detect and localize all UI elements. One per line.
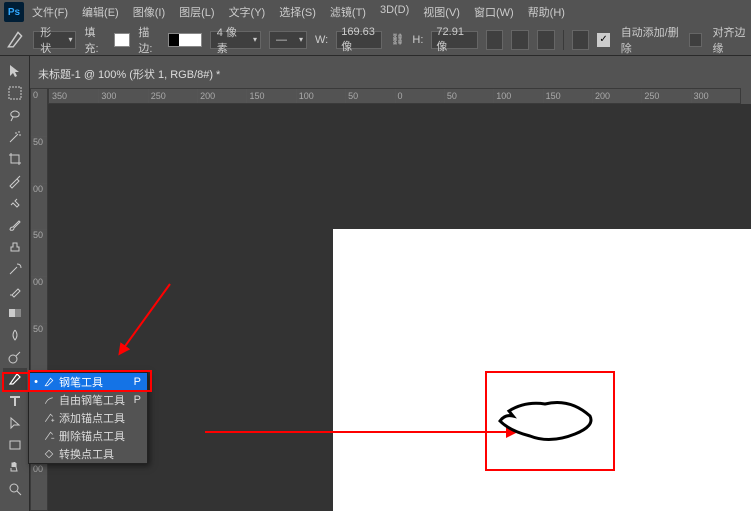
- toolbox: [0, 56, 30, 511]
- gear-icon[interactable]: [572, 30, 590, 50]
- pen-tool-flyout: •钢笔工具P 自由钢笔工具P 添加锚点工具 删除锚点工具 转换点工具: [28, 372, 148, 464]
- menu-item[interactable]: 选择(S): [279, 4, 316, 20]
- align-btn[interactable]: [511, 30, 529, 50]
- path-op-btn[interactable]: [486, 30, 504, 50]
- wand-tool-icon[interactable]: [3, 126, 27, 148]
- shape-mode-select[interactable]: 形状: [33, 31, 76, 49]
- link-wh-icon[interactable]: ⛓: [390, 33, 404, 46]
- stroke-swatch[interactable]: [168, 33, 201, 47]
- document-tab[interactable]: 未标题-1 @ 100% (形状 1, RGB/8#) *: [30, 64, 228, 84]
- menu-item[interactable]: 帮助(H): [528, 4, 565, 20]
- ruler-tick: 350: [49, 89, 98, 103]
- align-edges-label: 对齐边缘: [713, 24, 751, 56]
- history-brush-tool-icon[interactable]: [3, 258, 27, 280]
- zoom-tool-icon[interactable]: [3, 478, 27, 500]
- menu-item[interactable]: 窗口(W): [474, 4, 514, 20]
- blur-tool-icon[interactable]: [3, 324, 27, 346]
- annotation-arrow-icon: [115, 279, 175, 359]
- workspace: 未标题-1 @ 100% (形状 1, RGB/8#) * 3503002502…: [0, 56, 751, 511]
- eraser-tool-icon[interactable]: [3, 280, 27, 302]
- path-select-tool-icon[interactable]: [3, 412, 27, 434]
- hand-tool-icon[interactable]: [3, 456, 27, 478]
- arrange-btn[interactable]: [537, 30, 555, 50]
- marquee-tool-icon[interactable]: [3, 82, 27, 104]
- menu-item[interactable]: 滤镜(T): [330, 4, 366, 20]
- titlebar: Ps 文件(F) 编辑(E) 图像(I) 图层(L) 文字(Y) 选择(S) 滤…: [0, 0, 751, 24]
- menu-item[interactable]: 文件(F): [32, 4, 68, 20]
- flyout-item-add-anchor[interactable]: 添加锚点工具: [29, 409, 147, 427]
- dodge-tool-icon[interactable]: [3, 346, 27, 368]
- stroke-style-select[interactable]: —: [269, 31, 307, 49]
- flyout-item-convert-point[interactable]: 转换点工具: [29, 445, 147, 463]
- brush-tool-icon[interactable]: [3, 214, 27, 236]
- align-edges-checkbox[interactable]: .: [689, 33, 701, 47]
- flyout-item-delete-anchor[interactable]: 删除锚点工具: [29, 427, 147, 445]
- width-input[interactable]: 169.63 像: [336, 31, 382, 49]
- leaf-shape-icon: [495, 386, 605, 456]
- width-label: W:: [315, 34, 328, 46]
- menu-item[interactable]: 3D(D): [380, 4, 409, 20]
- stamp-tool-icon[interactable]: [3, 236, 27, 258]
- separator: [563, 30, 564, 50]
- menu-item[interactable]: 文字(Y): [229, 4, 266, 20]
- ruler-horizontal: 35030025020015010050050100150200250300: [48, 88, 741, 104]
- fill-label: 填充:: [84, 24, 106, 56]
- height-label: H:: [412, 34, 423, 46]
- menu-item[interactable]: 图层(L): [179, 4, 214, 20]
- move-tool-icon[interactable]: [3, 60, 27, 82]
- gradient-tool-icon[interactable]: [3, 302, 27, 324]
- pen-tool-icon[interactable]: [6, 29, 25, 51]
- app-logo: Ps: [4, 2, 24, 22]
- crop-tool-icon[interactable]: [3, 148, 27, 170]
- menu-item[interactable]: 图像(I): [133, 4, 165, 20]
- type-tool-icon[interactable]: [3, 390, 27, 412]
- flyout-item-pen[interactable]: •钢笔工具P: [29, 373, 147, 391]
- rectangle-tool-icon[interactable]: [3, 434, 27, 456]
- menu-item[interactable]: 视图(V): [423, 4, 460, 20]
- annotation-arrow-icon: [200, 422, 520, 472]
- menu-bar: 文件(F) 编辑(E) 图像(I) 图层(L) 文字(Y) 选择(S) 滤镜(T…: [32, 4, 565, 20]
- heal-tool-icon[interactable]: [3, 192, 27, 214]
- height-input[interactable]: 72.91 像: [431, 31, 477, 49]
- menu-item[interactable]: 编辑(E): [82, 4, 119, 20]
- auto-add-label: 自动添加/删除: [621, 24, 681, 56]
- lasso-tool-icon[interactable]: [3, 104, 27, 126]
- stroke-width-input[interactable]: 4 像素: [210, 31, 261, 49]
- flyout-item-freeform-pen[interactable]: 自由钢笔工具P: [29, 391, 147, 409]
- pen-tool-icon[interactable]: [3, 368, 27, 390]
- eyedropper-tool-icon[interactable]: [3, 170, 27, 192]
- annotation-result-box: [485, 371, 615, 471]
- auto-add-checkbox[interactable]: ✓: [597, 33, 609, 47]
- stroke-label: 描边:: [138, 24, 160, 56]
- options-bar: 形状 填充: 描边: 4 像素 — W: 169.63 像 ⛓ H: 72.91…: [0, 24, 751, 56]
- fill-swatch[interactable]: [114, 33, 130, 47]
